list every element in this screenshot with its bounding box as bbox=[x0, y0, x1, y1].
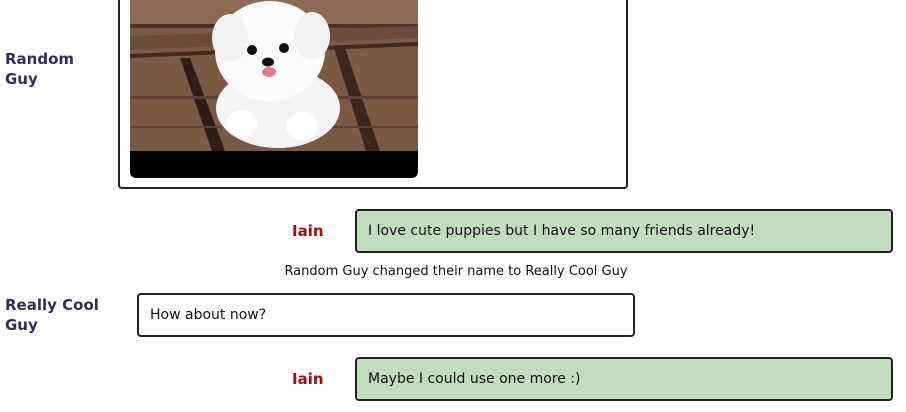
sender-name-iain: Iain bbox=[292, 222, 324, 240]
sender-name-random-guy: Random Guy bbox=[5, 50, 75, 88]
sender-name-iain: Iain bbox=[292, 370, 324, 388]
message-text: Maybe I could use one more :) bbox=[368, 371, 581, 387]
image-message-bubble[interactable] bbox=[118, 0, 628, 189]
sender-name-really-cool-guy: Really Cool Guy bbox=[5, 296, 99, 334]
message-text: I love cute puppies but I have so many f… bbox=[368, 223, 756, 239]
system-notice: Random Guy changed their name to Really … bbox=[284, 264, 628, 279]
message-text: How about now? bbox=[150, 307, 267, 323]
message-bubble-iain[interactable]: I love cute puppies but I have so many f… bbox=[355, 209, 893, 253]
puppy-photo[interactable] bbox=[130, 0, 418, 178]
message-bubble-iain[interactable]: Maybe I could use one more :) bbox=[355, 357, 893, 401]
message-bubble-really-cool-guy[interactable]: How about now? bbox=[137, 293, 635, 337]
